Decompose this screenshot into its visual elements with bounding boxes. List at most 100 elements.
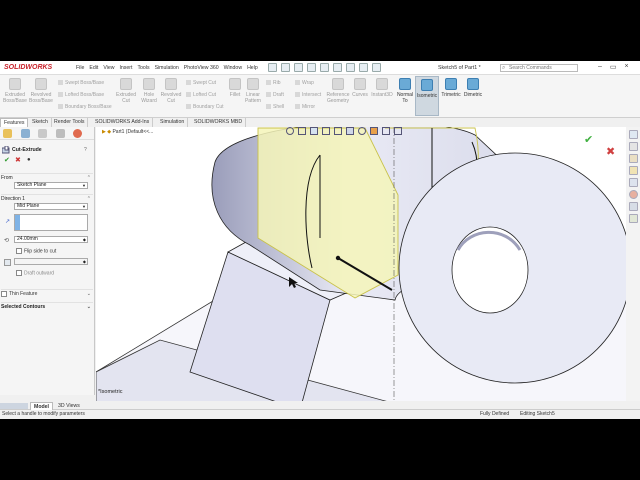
collapse-icon[interactable]: ⌃ [87, 196, 91, 202]
close-icon[interactable]: × [625, 63, 629, 71]
zoom-to-fit-icon[interactable] [286, 127, 294, 135]
select-icon[interactable] [346, 63, 355, 72]
tab-model[interactable]: Model [30, 402, 53, 410]
menu-edit[interactable]: Edit [89, 65, 98, 71]
draft-outward-checkbox[interactable]: Draft outward [16, 270, 54, 276]
print-icon[interactable] [320, 63, 329, 72]
hide-show-icon[interactable] [358, 127, 366, 135]
feature-tree-icon[interactable] [3, 129, 12, 138]
flip-side-checkbox[interactable]: Flip side to cut [16, 248, 56, 254]
feature-tree-flyout[interactable]: ▶ ◆ Part1 (Default<<... [102, 129, 153, 135]
dimetric-button[interactable]: Dimetric [462, 78, 484, 98]
wrap-button[interactable]: Wrap [295, 80, 314, 86]
menu-window[interactable]: Window [224, 65, 242, 71]
menu-photoview[interactable]: PhotoView 360 [184, 65, 219, 71]
model-view[interactable] [96, 127, 626, 401]
direction-selection-box[interactable] [14, 214, 88, 231]
appearance-icon[interactable] [73, 129, 82, 138]
view-settings-icon[interactable] [394, 127, 402, 135]
home-icon[interactable] [268, 63, 277, 72]
view-palette-icon[interactable] [628, 178, 638, 187]
tab-render-tools[interactable]: Render Tools [51, 118, 89, 127]
draft-toggle-icon[interactable] [4, 259, 11, 266]
extruded-boss-button[interactable]: Extruded Boss/Base [2, 78, 28, 104]
zoom-area-icon[interactable] [298, 127, 306, 135]
normal-to-button[interactable]: Normal To [395, 78, 415, 104]
lofted-boss-button[interactable]: Lofted Boss/Base [58, 92, 104, 98]
section-view-icon[interactable] [322, 127, 330, 135]
hole-wizard-button[interactable]: Hole Wizard [138, 78, 160, 104]
revolved-cut-button[interactable]: Revolved Cut [160, 78, 182, 104]
search-commands-input[interactable]: ⌕ Search Commands [500, 64, 578, 72]
swept-cut-button[interactable]: Swept Cut [186, 80, 216, 86]
tab-3d-views[interactable]: 3D Views [55, 402, 83, 410]
menu-view[interactable]: View [103, 65, 114, 71]
thin-feature-checkbox[interactable]: Thin Feature [1, 291, 37, 297]
custom-properties-icon[interactable] [628, 202, 638, 211]
ok-icon[interactable]: ✔ [4, 156, 10, 164]
apply-scene-icon[interactable] [382, 127, 390, 135]
motion-study-scroll[interactable] [0, 403, 28, 409]
restore-icon[interactable]: ▭ [610, 63, 617, 71]
dimxpert-icon[interactable] [56, 129, 65, 138]
new-file-icon[interactable] [281, 63, 290, 72]
home-icon[interactable] [628, 130, 638, 139]
menu-simulation[interactable]: Simulation [155, 65, 179, 71]
tab-simulation[interactable]: Simulation [157, 118, 189, 127]
depth-input[interactable]: 24.00mm ◆ [14, 236, 88, 243]
options-icon[interactable] [372, 63, 381, 72]
confirm-corner-ok-icon[interactable]: ✔ [584, 133, 593, 146]
cancel-icon[interactable]: ✖ [15, 156, 21, 164]
curves-button[interactable]: Curves [352, 78, 368, 98]
boundary-cut-button[interactable]: Boundary Cut [186, 104, 224, 110]
graphics-area[interactable]: ▶ ◆ Part1 (Default<<... ✔ ✖ *Isometric [96, 127, 626, 401]
appearances-icon[interactable] [628, 190, 638, 199]
reference-geometry-button[interactable]: Reference Geometry [324, 78, 352, 104]
boundary-boss-button[interactable]: Boundary Boss/Base [58, 104, 112, 110]
fillet-button[interactable]: Fillet [228, 78, 242, 98]
tab-sketch[interactable]: Sketch [29, 118, 52, 127]
confirm-corner-cancel-icon[interactable]: ✖ [606, 145, 615, 158]
end-condition-select[interactable]: Mid Plane ▼ [14, 203, 88, 210]
menu-help[interactable]: Help [247, 65, 258, 71]
minimize-icon[interactable]: – [598, 63, 602, 71]
undo-icon[interactable] [333, 63, 342, 72]
resources-icon[interactable] [628, 142, 638, 151]
menu-file[interactable]: File [76, 65, 84, 71]
draft-angle-input[interactable]: ◆ [14, 258, 88, 265]
display-style-icon[interactable] [346, 127, 354, 135]
isometric-button[interactable]: Isometric [415, 76, 439, 116]
save-icon[interactable] [307, 63, 316, 72]
tab-features[interactable]: Features [0, 118, 29, 127]
trimetric-button[interactable]: Trimetric [440, 78, 462, 98]
open-file-icon[interactable] [294, 63, 303, 72]
thin-feature-section[interactable]: Thin Feature ⌄ [1, 289, 93, 301]
tab-mbd[interactable]: SOLIDWORKS MBD [191, 118, 247, 127]
rib-button[interactable]: Rib [266, 80, 281, 86]
config-manager-icon[interactable] [38, 129, 47, 138]
edit-appearance-icon[interactable] [370, 127, 378, 135]
intersect-button[interactable]: Intersect [295, 92, 321, 98]
forum-icon[interactable] [628, 214, 638, 223]
shell-button[interactable]: Shell [266, 104, 284, 110]
rebuild-icon[interactable] [359, 63, 368, 72]
menu-tools[interactable]: Tools [137, 65, 149, 71]
menu-insert[interactable]: Insert [119, 65, 132, 71]
collapse-icon[interactable]: ⌃ [87, 175, 91, 181]
instant3d-button[interactable]: Instant3D [370, 78, 394, 98]
mirror-button[interactable]: Mirror [295, 104, 315, 110]
expand-icon[interactable]: ⌄ [87, 291, 91, 297]
selected-contours-section[interactable]: Selected Contours ⌄ [1, 302, 93, 314]
tab-addins[interactable]: SOLIDWORKS Add-Ins [92, 118, 154, 127]
file-explorer-icon[interactable] [628, 166, 638, 175]
extruded-cut-button[interactable]: Extruded Cut [114, 78, 138, 104]
expand-icon[interactable]: ⌄ [87, 304, 91, 310]
lofted-cut-button[interactable]: Lofted Cut [186, 92, 216, 98]
from-select[interactable]: Sketch Plane ▼ [14, 182, 88, 189]
linear-pattern-button[interactable]: Linear Pattern [242, 78, 264, 104]
view-orientation-icon[interactable] [334, 127, 342, 135]
design-library-icon[interactable] [628, 154, 638, 163]
revolved-boss-button[interactable]: Revolved Boss/Base [28, 78, 54, 104]
draft-button[interactable]: Draft [266, 92, 284, 98]
swept-boss-button[interactable]: Swept Boss/Base [58, 80, 104, 86]
